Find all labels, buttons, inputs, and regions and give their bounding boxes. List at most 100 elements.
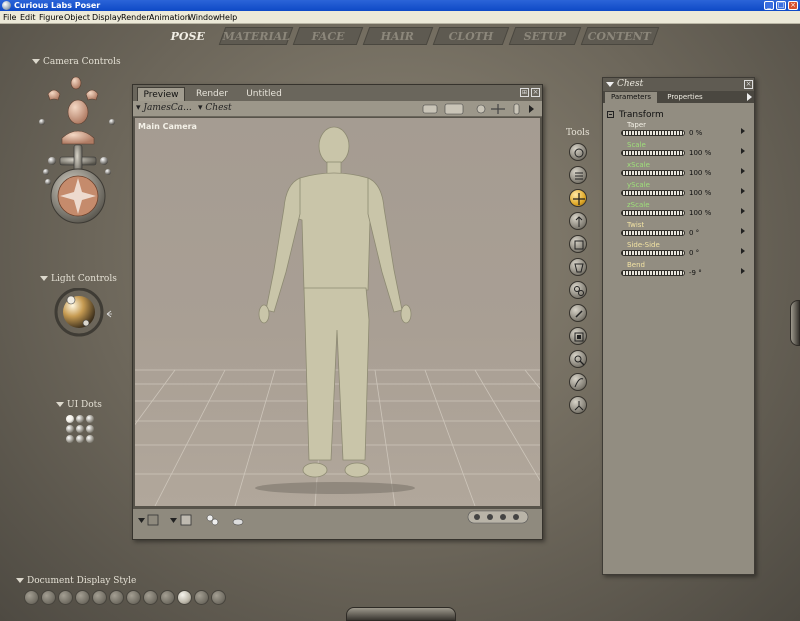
lit-wireframe-style-button[interactable] [92,590,107,605]
memory-dots-tray[interactable] [346,607,456,621]
tab-preview[interactable]: Preview [137,87,185,101]
tab-properties[interactable]: Properties [661,92,709,103]
minimize-button[interactable]: _ [764,1,774,10]
hidden-line-style-button[interactable] [75,590,90,605]
parameter-menu-arrow-icon[interactable] [741,168,745,174]
menu-object[interactable]: Object [64,11,90,24]
outline-style-button[interactable] [41,590,56,605]
zoom-out-icon[interactable] [474,514,480,520]
tab-cloth[interactable]: CLOTH [432,27,510,45]
close-button[interactable]: × [788,1,798,10]
view-magnifier-tool-icon[interactable] [569,350,587,368]
paint-bucket-icon[interactable] [206,514,214,522]
camera-controls-title[interactable]: Camera Controls [32,57,121,67]
tab-pose[interactable]: POSE [157,27,220,45]
close-icon[interactable]: × [531,88,540,97]
main-camera-head-icon[interactable] [61,99,95,145]
translate-icon[interactable] [491,104,505,114]
light-controls[interactable] [54,287,114,338]
ui-dot[interactable] [76,435,84,443]
tab-material[interactable]: MATERIAL [218,27,294,45]
parameter-value[interactable]: 100 % [689,189,711,197]
actor-select[interactable]: ▾ Chest [198,103,232,113]
tab-hair[interactable]: HAIR [362,27,434,45]
menu-render[interactable]: Render [121,11,149,24]
translate-tool-icon[interactable] [569,189,587,207]
scale-tool-icon[interactable] [569,235,587,253]
chain-break-tool-icon[interactable] [569,281,587,299]
smooth-shaded-style-button[interactable] [177,590,192,605]
figure-select[interactable]: ▾ JamesCa... [136,103,192,113]
parameter-menu-arrow-icon[interactable] [741,248,745,254]
maximize-button[interactable]: □ [776,1,786,10]
menu-display[interactable]: Display [92,11,122,24]
parameter-dial[interactable] [621,170,685,176]
rotate-icon[interactable] [476,104,486,114]
scroll-icon[interactable] [513,103,520,115]
parameter-value[interactable]: -9 ° [689,269,702,277]
shadow-icon[interactable] [232,518,244,526]
expand-icon[interactable]: ⊞ [520,88,529,97]
menu-figure[interactable]: Figure [39,11,63,24]
parameter-value[interactable]: 0 % [689,129,702,137]
parameter-dial[interactable] [621,150,685,156]
parameter-menu-arrow-icon[interactable] [741,228,745,234]
parameter-value[interactable]: 100 % [689,149,711,157]
ui-dot[interactable] [86,415,94,423]
light-controls-title[interactable]: Light Controls [40,274,117,284]
parameter-dial[interactable] [621,190,685,196]
trackball-icon[interactable] [50,168,106,224]
color-tool-icon[interactable] [569,304,587,322]
ui-dot[interactable] [66,415,74,423]
translate-in-out-tool-icon[interactable] [569,212,587,230]
parameter-value[interactable]: 0 ° [689,249,699,257]
light-handle-icon[interactable] [82,319,90,327]
parameter-menu-arrow-icon[interactable] [741,188,745,194]
tab-content[interactable]: CONTENT [580,27,660,45]
zoom-in-icon[interactable] [500,514,506,520]
paint-bucket-icon[interactable] [211,518,219,526]
parameter-dial[interactable] [621,210,685,216]
ui-dot[interactable] [76,415,84,423]
texture-shaded-style-button[interactable] [211,590,226,605]
smooth-lined-style-button[interactable] [194,590,209,605]
parameter-menu-arrow-icon[interactable] [741,268,745,274]
parameter-value[interactable]: 100 % [689,169,711,177]
camera-view-icon[interactable] [422,104,438,114]
ui-dot[interactable] [76,425,84,433]
tab-face[interactable]: FACE [292,27,364,45]
parameter-dial[interactable] [621,250,685,256]
menu-edit[interactable]: Edit [20,11,36,24]
parameter-menu-arrow-icon[interactable] [741,148,745,154]
depth-cue-toggle-icon[interactable] [138,518,145,523]
close-icon[interactable]: × [744,80,753,89]
light-handle-icon[interactable] [66,295,76,305]
menu-arrow-icon[interactable] [747,93,752,101]
menu-file[interactable]: File [3,11,16,24]
ui-dots-title[interactable]: UI Dots [56,400,102,410]
background-color-icon[interactable] [180,514,192,526]
ui-dot[interactable] [86,425,94,433]
camera-controls[interactable] [38,74,118,226]
side-tray-handle[interactable] [790,300,800,346]
menu-animation[interactable]: Animation [149,11,190,24]
menu-arrow-icon[interactable] [529,105,534,113]
hand-right-icon[interactable] [85,89,99,101]
tracking-mode-icon[interactable] [147,514,159,526]
3d-canvas[interactable]: Main Camera [135,118,540,506]
tab-setup[interactable]: SETUP [508,27,582,45]
tab-parameters[interactable]: Parameters [605,92,657,103]
flat-shaded-style-button[interactable] [109,590,124,605]
ui-dot[interactable] [66,435,74,443]
parameter-value[interactable]: 100 % [689,209,711,217]
menu-window[interactable]: Window [188,11,220,24]
grouping-tool-icon[interactable] [569,327,587,345]
silhouette-style-button[interactable] [24,590,39,605]
zoom-fit-icon[interactable] [513,514,519,520]
parameters-header[interactable]: Chest × [603,78,754,91]
dropdown-arrow-icon[interactable] [606,82,614,87]
ui-dot[interactable] [66,425,74,433]
face-camera-icon[interactable] [70,76,82,90]
zoom-reset-icon[interactable] [487,514,493,520]
twist-tool-icon[interactable] [569,166,587,184]
